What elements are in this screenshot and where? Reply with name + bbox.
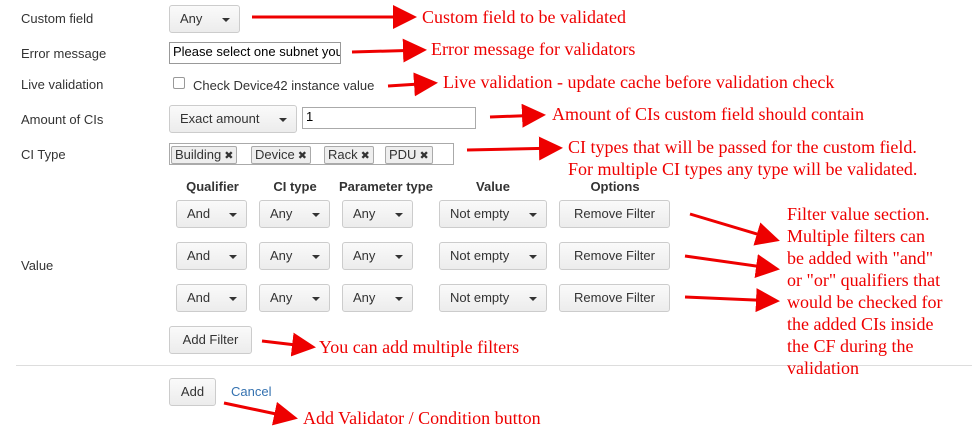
arrow-icon [684, 254, 780, 278]
arrow-icon [489, 103, 546, 128]
arrow-icon [261, 332, 316, 357]
arrow-icon [466, 136, 563, 161]
annotation-arrows [223, 5, 780, 426]
arrow-icon [684, 288, 780, 313]
arrow-icon [351, 38, 427, 63]
arrow-icon [387, 72, 438, 97]
arrow-icon [689, 212, 780, 246]
arrow-icon [223, 401, 298, 426]
